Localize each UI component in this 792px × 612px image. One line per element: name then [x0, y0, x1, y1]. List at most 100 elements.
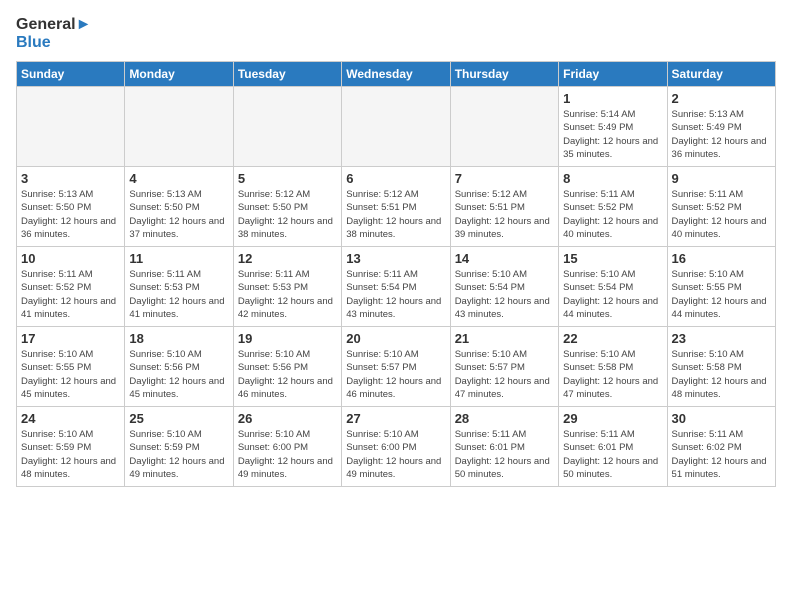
day-info: Sunrise: 5:10 AMSunset: 6:00 PMDaylight:… — [238, 428, 337, 481]
col-header-sunday: Sunday — [17, 62, 125, 87]
calendar-week-row: 3 Sunrise: 5:13 AMSunset: 5:50 PMDaylight… — [17, 167, 776, 247]
col-header-saturday: Saturday — [667, 62, 775, 87]
day-info: Sunrise: 5:11 AMSunset: 5:54 PMDaylight:… — [346, 268, 445, 321]
day-info: Sunrise: 5:10 AMSunset: 5:59 PMDaylight:… — [129, 428, 228, 481]
calendar-table: SundayMondayTuesdayWednesdayThursdayFrid… — [16, 61, 776, 487]
calendar-cell: 15Sunrise: 5:10 AMSunset: 5:54 PMDayligh… — [559, 247, 667, 327]
calendar-cell: 22 Sunrise: 5:10 AMSunset: 5:58 PMDayligh… — [559, 327, 667, 407]
day-number: 21 — [455, 331, 554, 346]
day-number: 22 — [563, 331, 662, 346]
day-number: 7 — [455, 171, 554, 186]
calendar-cell — [450, 87, 558, 167]
calendar-week-row: 1 Sunrise: 5:14 AMSunset: 5:49 PMDaylight… — [17, 87, 776, 167]
calendar-cell: 6 Sunrise: 5:12 AMSunset: 5:51 PMDaylight… — [342, 167, 450, 247]
day-number: 3 — [21, 171, 120, 186]
calendar-cell: 19 Sunrise: 5:10 AMSunset: 5:56 PMDayligh… — [233, 327, 341, 407]
day-info: Sunrise: 5:10 AMSunset: 5:57 PMDaylight:… — [346, 348, 445, 401]
calendar-cell: 4 Sunrise: 5:13 AMSunset: 5:50 PMDaylight… — [125, 167, 233, 247]
day-info: Sunrise: 5:10 AMSunset: 5:54 PMDaylight:… — [455, 268, 554, 321]
day-info: Sunrise: 5:12 AMSunset: 5:50 PMDaylight:… — [238, 188, 337, 241]
col-header-tuesday: Tuesday — [233, 62, 341, 87]
day-number: 14 — [455, 251, 554, 266]
calendar-cell: 30 Sunrise: 5:11 AMSunset: 6:02 PMDayligh… — [667, 407, 775, 487]
calendar-week-row: 24 Sunrise: 5:10 AMSunset: 5:59 PMDayligh… — [17, 407, 776, 487]
day-number: 19 — [238, 331, 337, 346]
day-number: 10 — [21, 251, 120, 266]
col-header-friday: Friday — [559, 62, 667, 87]
calendar-cell: 28 Sunrise: 5:11 AMSunset: 6:01 PMDayligh… — [450, 407, 558, 487]
calendar-cell: 27 Sunrise: 5:10 AMSunset: 6:00 PMDayligh… — [342, 407, 450, 487]
calendar-cell: 12 Sunrise: 5:11 AMSunset: 5:53 PMDayligh… — [233, 247, 341, 327]
day-number: 16 — [672, 251, 771, 266]
day-info: Sunrise: 5:14 AMSunset: 5:49 PMDaylight:… — [563, 108, 662, 161]
day-info: Sunrise: 5:10 AMSunset: 6:00 PMDaylight:… — [346, 428, 445, 481]
day-info: Sunrise: 5:11 AMSunset: 5:53 PMDaylight:… — [129, 268, 228, 321]
calendar-cell: 25 Sunrise: 5:10 AMSunset: 5:59 PMDayligh… — [125, 407, 233, 487]
day-info: Sunrise: 5:11 AMSunset: 5:52 PMDaylight:… — [563, 188, 662, 241]
calendar-cell — [342, 87, 450, 167]
day-info: Sunrise: 5:10 AMSunset: 5:55 PMDaylight:… — [672, 268, 771, 321]
col-header-monday: Monday — [125, 62, 233, 87]
day-number: 1 — [563, 91, 662, 106]
calendar-cell: 1 Sunrise: 5:14 AMSunset: 5:49 PMDaylight… — [559, 87, 667, 167]
calendar-cell: 26 Sunrise: 5:10 AMSunset: 6:00 PMDayligh… — [233, 407, 341, 487]
day-info: Sunrise: 5:10 AMSunset: 5:56 PMDaylight:… — [129, 348, 228, 401]
day-number: 27 — [346, 411, 445, 426]
calendar-cell: 3 Sunrise: 5:13 AMSunset: 5:50 PMDaylight… — [17, 167, 125, 247]
calendar-cell: 29Sunrise: 5:11 AMSunset: 6:01 PMDayligh… — [559, 407, 667, 487]
day-info: Sunrise: 5:10 AMSunset: 5:57 PMDaylight:… — [455, 348, 554, 401]
day-info: Sunrise: 5:13 AMSunset: 5:50 PMDaylight:… — [129, 188, 228, 241]
day-number: 17 — [21, 331, 120, 346]
day-number: 23 — [672, 331, 771, 346]
day-info: Sunrise: 5:10 AMSunset: 5:56 PMDaylight:… — [238, 348, 337, 401]
calendar-cell: 13 Sunrise: 5:11 AMSunset: 5:54 PMDayligh… — [342, 247, 450, 327]
day-number: 2 — [672, 91, 771, 106]
day-number: 9 — [672, 171, 771, 186]
day-info: Sunrise: 5:10 AMSunset: 5:54 PMDaylight:… — [563, 268, 662, 321]
day-info: Sunrise: 5:11 AMSunset: 5:52 PMDaylight:… — [672, 188, 771, 241]
page-header: General► Blue — [16, 16, 776, 51]
col-header-thursday: Thursday — [450, 62, 558, 87]
calendar-cell: 21 Sunrise: 5:10 AMSunset: 5:57 PMDayligh… — [450, 327, 558, 407]
day-number: 13 — [346, 251, 445, 266]
day-number: 28 — [455, 411, 554, 426]
day-info: Sunrise: 5:10 AMSunset: 5:58 PMDaylight:… — [563, 348, 662, 401]
calendar-cell: 11 Sunrise: 5:11 AMSunset: 5:53 PMDayligh… — [125, 247, 233, 327]
calendar-cell: 5 Sunrise: 5:12 AMSunset: 5:50 PMDaylight… — [233, 167, 341, 247]
day-number: 6 — [346, 171, 445, 186]
calendar-cell: 16 Sunrise: 5:10 AMSunset: 5:55 PMDayligh… — [667, 247, 775, 327]
calendar-cell: 18Sunrise: 5:10 AMSunset: 5:56 PMDayligh… — [125, 327, 233, 407]
day-info: Sunrise: 5:13 AMSunset: 5:49 PMDaylight:… — [672, 108, 771, 161]
calendar-cell: 7Sunrise: 5:12 AMSunset: 5:51 PMDaylight… — [450, 167, 558, 247]
calendar-cell: 8 Sunrise: 5:11 AMSunset: 5:52 PMDaylight… — [559, 167, 667, 247]
day-number: 12 — [238, 251, 337, 266]
day-info: Sunrise: 5:10 AMSunset: 5:58 PMDaylight:… — [672, 348, 771, 401]
calendar-cell: 17Sunrise: 5:10 AMSunset: 5:55 PMDayligh… — [17, 327, 125, 407]
calendar-week-row: 17Sunrise: 5:10 AMSunset: 5:55 PMDayligh… — [17, 327, 776, 407]
calendar-cell — [233, 87, 341, 167]
day-number: 24 — [21, 411, 120, 426]
calendar-cell: 9 Sunrise: 5:11 AMSunset: 5:52 PMDaylight… — [667, 167, 775, 247]
calendar-week-row: 10 Sunrise: 5:11 AMSunset: 5:52 PMDayligh… — [17, 247, 776, 327]
day-info: Sunrise: 5:11 AMSunset: 5:52 PMDaylight:… — [21, 268, 120, 321]
day-info: Sunrise: 5:11 AMSunset: 5:53 PMDaylight:… — [238, 268, 337, 321]
day-info: Sunrise: 5:11 AMSunset: 6:01 PMDaylight:… — [563, 428, 662, 481]
calendar-cell: 2 Sunrise: 5:13 AMSunset: 5:49 PMDaylight… — [667, 87, 775, 167]
day-number: 20 — [346, 331, 445, 346]
col-header-wednesday: Wednesday — [342, 62, 450, 87]
day-info: Sunrise: 5:13 AMSunset: 5:50 PMDaylight:… — [21, 188, 120, 241]
day-number: 26 — [238, 411, 337, 426]
day-number: 25 — [129, 411, 228, 426]
day-number: 8 — [563, 171, 662, 186]
day-number: 11 — [129, 251, 228, 266]
day-number: 30 — [672, 411, 771, 426]
day-number: 5 — [238, 171, 337, 186]
day-info: Sunrise: 5:10 AMSunset: 5:59 PMDaylight:… — [21, 428, 120, 481]
day-info: Sunrise: 5:11 AMSunset: 6:02 PMDaylight:… — [672, 428, 771, 481]
day-info: Sunrise: 5:12 AMSunset: 5:51 PMDaylight:… — [346, 188, 445, 241]
calendar-cell: 20 Sunrise: 5:10 AMSunset: 5:57 PMDayligh… — [342, 327, 450, 407]
calendar-cell: 10 Sunrise: 5:11 AMSunset: 5:52 PMDayligh… — [17, 247, 125, 327]
day-number: 4 — [129, 171, 228, 186]
day-info: Sunrise: 5:11 AMSunset: 6:01 PMDaylight:… — [455, 428, 554, 481]
calendar-cell: 14 Sunrise: 5:10 AMSunset: 5:54 PMDayligh… — [450, 247, 558, 327]
